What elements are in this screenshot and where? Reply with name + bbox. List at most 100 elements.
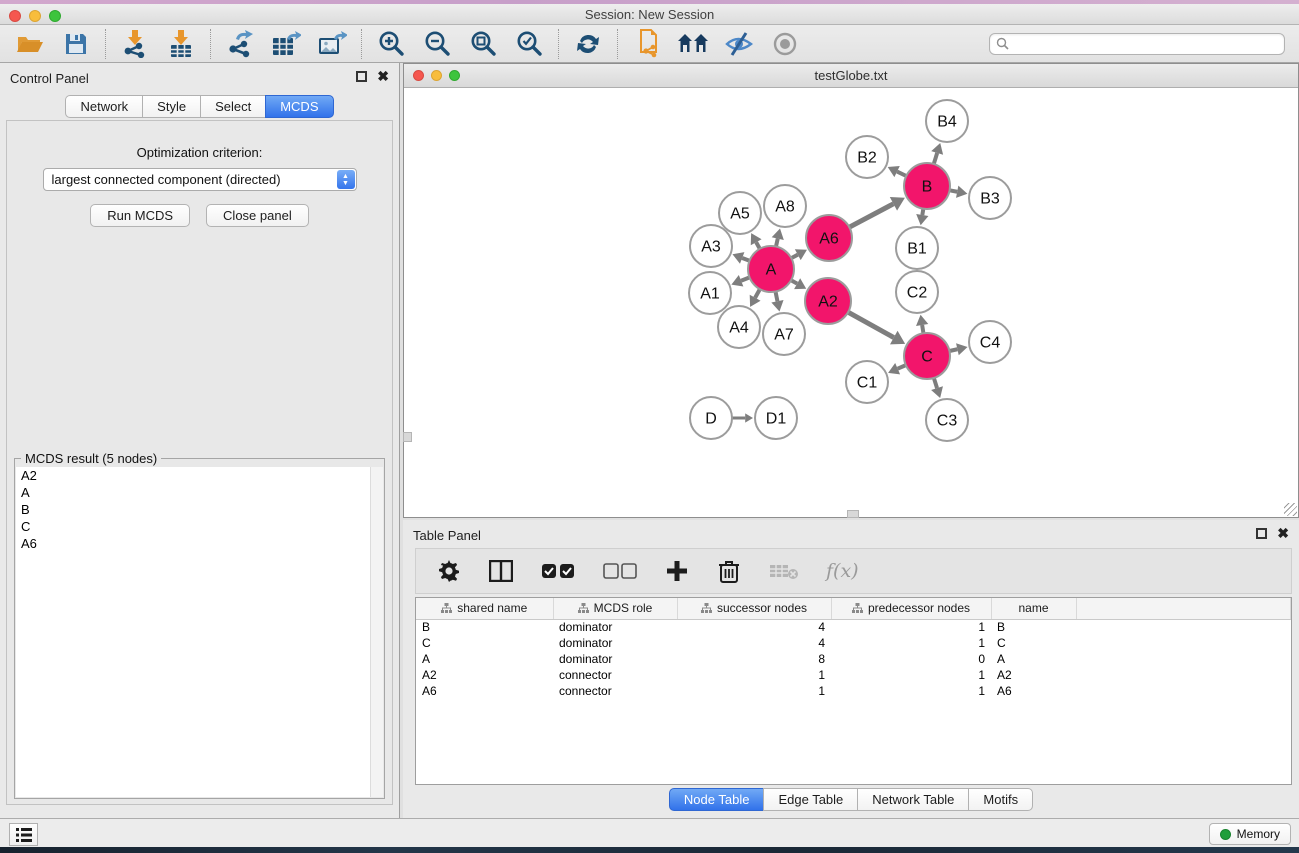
table-cell[interactable]: dominator bbox=[553, 619, 677, 635]
graph-edge-A2-C[interactable] bbox=[848, 312, 894, 337]
graph-node-C3[interactable]: C3 bbox=[926, 399, 968, 441]
show-task-history-button[interactable] bbox=[9, 823, 38, 846]
tab-motifs[interactable]: Motifs bbox=[968, 788, 1033, 811]
table-row[interactable]: Bdominator41B bbox=[416, 619, 1291, 635]
column-header-shared-name[interactable]: shared name bbox=[416, 598, 553, 619]
graph-edge-A-A7[interactable] bbox=[776, 292, 778, 302]
table-cell[interactable] bbox=[1076, 619, 1291, 635]
gear-icon[interactable] bbox=[436, 558, 462, 584]
graph-node-B2[interactable]: B2 bbox=[846, 136, 888, 178]
graph-edge-A-A3[interactable] bbox=[742, 258, 749, 261]
result-scrollbar[interactable] bbox=[370, 467, 383, 797]
graph-node-B3[interactable]: B3 bbox=[969, 177, 1011, 219]
graph-edge-A-A6[interactable] bbox=[791, 255, 797, 258]
graph-edge-C-C3[interactable] bbox=[934, 378, 937, 388]
table-cell[interactable]: 1 bbox=[831, 619, 991, 635]
graph-node-C[interactable]: C bbox=[904, 333, 950, 379]
run-mcds-button[interactable]: Run MCDS bbox=[90, 204, 190, 227]
select-all-icon[interactable] bbox=[540, 558, 576, 584]
graph-edge-B-B2[interactable] bbox=[897, 172, 906, 176]
table-cell[interactable]: A2 bbox=[416, 667, 553, 683]
tab-node-table[interactable]: Node Table bbox=[669, 788, 764, 811]
table-cell[interactable]: A2 bbox=[991, 667, 1076, 683]
import-network-icon[interactable] bbox=[119, 29, 151, 59]
table-cell[interactable]: connector bbox=[553, 683, 677, 699]
column-header-mcds-role[interactable]: MCDS role bbox=[553, 598, 677, 619]
table-cell[interactable]: A bbox=[991, 651, 1076, 667]
first-neighbors-icon[interactable] bbox=[677, 29, 709, 59]
table-cell[interactable]: A6 bbox=[991, 683, 1076, 699]
table-cell[interactable]: C bbox=[991, 635, 1076, 651]
graph-node-C4[interactable]: C4 bbox=[969, 321, 1011, 363]
function-builder-icon[interactable]: f(x) bbox=[826, 560, 859, 582]
add-column-icon[interactable] bbox=[664, 558, 690, 584]
graph-node-A6[interactable]: A6 bbox=[806, 215, 852, 261]
splitter-grip-bottom[interactable] bbox=[847, 510, 859, 518]
tab-select[interactable]: Select bbox=[200, 95, 265, 118]
graph-node-A1[interactable]: A1 bbox=[689, 272, 731, 314]
graph-edge-B-B4[interactable] bbox=[934, 153, 937, 164]
graph-edge-A-A1[interactable] bbox=[741, 277, 750, 280]
graph-edge-B-B3[interactable] bbox=[950, 190, 958, 191]
delete-table-icon[interactable] bbox=[768, 558, 800, 584]
search-field[interactable] bbox=[989, 33, 1285, 55]
graph-node-A5[interactable]: A5 bbox=[719, 192, 761, 234]
refresh-icon[interactable] bbox=[572, 29, 604, 59]
window-resize-grip[interactable] bbox=[1284, 503, 1297, 516]
splitter-grip-left[interactable] bbox=[403, 432, 412, 442]
column-header-predecessor-nodes[interactable]: predecessor nodes bbox=[831, 598, 991, 619]
graph-node-A[interactable]: A bbox=[748, 246, 794, 292]
graph-node-B4[interactable]: B4 bbox=[926, 100, 968, 142]
table-row[interactable]: A2connector11A2 bbox=[416, 667, 1291, 683]
table-cell[interactable]: 0 bbox=[831, 651, 991, 667]
table-cell[interactable]: 1 bbox=[831, 683, 991, 699]
table-row[interactable]: A6connector11A6 bbox=[416, 683, 1291, 699]
table-cell[interactable] bbox=[1076, 667, 1291, 683]
deselect-all-icon[interactable] bbox=[602, 558, 638, 584]
close-panel-button[interactable]: Close panel bbox=[206, 204, 309, 227]
delete-column-icon[interactable] bbox=[716, 558, 742, 584]
table-cell[interactable]: 1 bbox=[831, 635, 991, 651]
table-cell[interactable]: 1 bbox=[831, 667, 991, 683]
table-cell[interactable] bbox=[1076, 635, 1291, 651]
table-cell[interactable] bbox=[1076, 651, 1291, 667]
column-header-successor-nodes[interactable]: successor nodes bbox=[677, 598, 831, 619]
table-cell[interactable]: 4 bbox=[677, 635, 831, 651]
export-network-icon[interactable] bbox=[224, 29, 256, 59]
tab-network[interactable]: Network bbox=[65, 95, 142, 118]
memory-button[interactable]: Memory bbox=[1209, 823, 1291, 845]
table-cell[interactable]: dominator bbox=[553, 651, 677, 667]
open-session-folder-icon[interactable] bbox=[14, 29, 46, 59]
graph-node-A8[interactable]: A8 bbox=[764, 185, 806, 227]
table-row[interactable]: Cdominator41C bbox=[416, 635, 1291, 651]
close-table-panel-icon[interactable]: ✖ bbox=[1277, 528, 1289, 539]
tab-style[interactable]: Style bbox=[142, 95, 200, 118]
zoom-in-icon[interactable] bbox=[375, 29, 407, 59]
graph-node-B1[interactable]: B1 bbox=[896, 227, 938, 269]
table-cell[interactable]: B bbox=[416, 619, 553, 635]
graph-edge-A-A8[interactable] bbox=[776, 239, 778, 247]
table-cell[interactable]: C bbox=[416, 635, 553, 651]
optimization-criterion-select[interactable]: largest connected component (directed) ▲… bbox=[43, 168, 357, 191]
export-image-icon[interactable] bbox=[316, 29, 348, 59]
graph-edge-A6-B[interactable] bbox=[849, 204, 893, 227]
show-all-icon[interactable] bbox=[769, 29, 801, 59]
table-cell[interactable]: 8 bbox=[677, 651, 831, 667]
graph-edge-A-A4[interactable] bbox=[755, 289, 760, 298]
close-panel-icon[interactable]: ✖ bbox=[377, 71, 389, 82]
save-session-icon[interactable] bbox=[60, 29, 92, 59]
zoom-fit-icon[interactable] bbox=[467, 29, 499, 59]
column-layout-icon[interactable] bbox=[488, 558, 514, 584]
tab-mcds[interactable]: MCDS bbox=[265, 95, 333, 118]
tab-edge-table[interactable]: Edge Table bbox=[763, 788, 857, 811]
zoom-out-icon[interactable] bbox=[421, 29, 453, 59]
graph-node-C2[interactable]: C2 bbox=[896, 271, 938, 313]
tab-network-table[interactable]: Network Table bbox=[857, 788, 968, 811]
table-cell[interactable]: A bbox=[416, 651, 553, 667]
table-cell[interactable] bbox=[1076, 683, 1291, 699]
graph-node-D[interactable]: D bbox=[690, 397, 732, 439]
float-table-panel-icon[interactable] bbox=[1256, 528, 1267, 539]
graph-node-C1[interactable]: C1 bbox=[846, 361, 888, 403]
graph-node-A7[interactable]: A7 bbox=[763, 313, 805, 355]
export-table-icon[interactable] bbox=[270, 29, 302, 59]
